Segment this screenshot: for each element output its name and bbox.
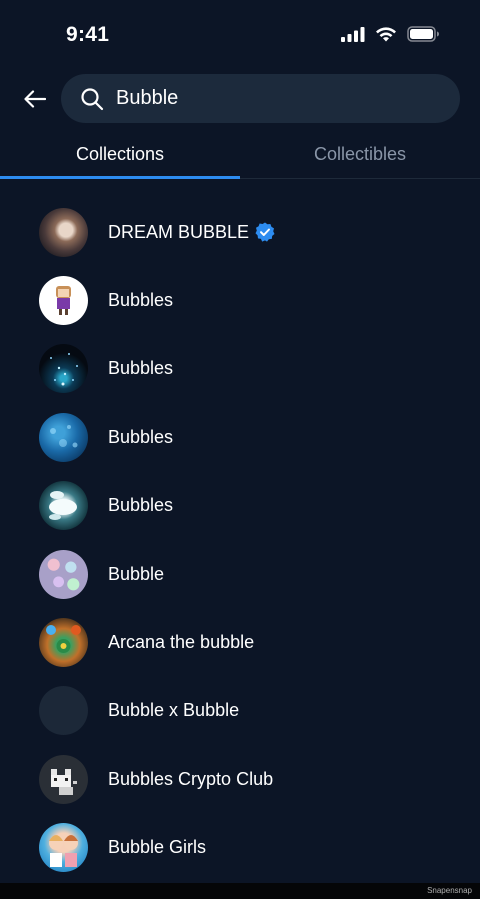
status-icons [341, 26, 440, 42]
list-item[interactable]: DREAM BUBBLE [0, 198, 480, 266]
search-query[interactable]: Bubble [116, 87, 178, 110]
list-item[interactable]: Bubbles [0, 472, 480, 540]
back-arrow-icon [24, 90, 46, 108]
avatar [39, 754, 88, 804]
watermark-bar: Snapensnap [0, 883, 480, 899]
list-item[interactable]: Bubbles [0, 266, 480, 334]
collection-name: Bubble x Bubble [108, 700, 240, 721]
avatar [39, 549, 88, 599]
collection-name: Bubble Girls [108, 837, 207, 858]
avatar [39, 481, 88, 531]
search-input[interactable]: Bubble [61, 74, 460, 123]
list-item[interactable]: Arcana the bubble [0, 608, 480, 676]
avatar [39, 207, 88, 257]
tab-collectibles[interactable]: Collectibles [240, 130, 480, 178]
list-item[interactable]: Bubble Girls [0, 814, 480, 882]
collection-name: Bubbles [108, 426, 174, 447]
search-header: Bubble [0, 74, 480, 124]
list-item[interactable]: Bubbles Crypto Club [0, 745, 480, 813]
collection-name: Bubbles [108, 358, 174, 379]
verified-badge-icon [255, 222, 275, 242]
list-item[interactable]: Bubble [0, 540, 480, 608]
avatar [39, 344, 88, 394]
avatar [39, 686, 88, 736]
list-item[interactable]: Bubbles [0, 335, 480, 403]
avatar [39, 618, 88, 668]
wifi-icon [375, 26, 397, 42]
collection-name: Bubble [108, 563, 165, 584]
battery-icon [407, 26, 440, 42]
collection-name: Bubbles Crypto Club [108, 768, 274, 789]
search-icon [79, 86, 105, 112]
status-bar: 9:41 [0, 0, 480, 70]
collection-name: Bubbles [108, 290, 174, 311]
tab-bar: Collections Collectibles [0, 130, 480, 179]
avatar [39, 412, 88, 462]
collections-list: DREAM BUBBLE Bubbles Bubbles Bubbles Bub… [0, 198, 480, 882]
status-time: 9:41 [66, 23, 110, 46]
tab-collections[interactable]: Collections [0, 130, 240, 179]
list-item[interactable]: Bubble x Bubble [0, 677, 480, 745]
avatar [39, 276, 88, 326]
search-results-screen: 9:41 Bubble Collections Collectibles DRE… [0, 0, 480, 899]
watermark-text: Snapensnap [427, 886, 472, 895]
collection-name: Bubbles [108, 495, 174, 516]
signal-icon [341, 26, 365, 42]
avatar [39, 823, 88, 873]
back-button[interactable] [20, 84, 50, 114]
collection-name: Arcana the bubble [108, 632, 255, 653]
list-item[interactable]: Bubbles [0, 403, 480, 471]
collection-name: DREAM BUBBLE [108, 221, 250, 242]
